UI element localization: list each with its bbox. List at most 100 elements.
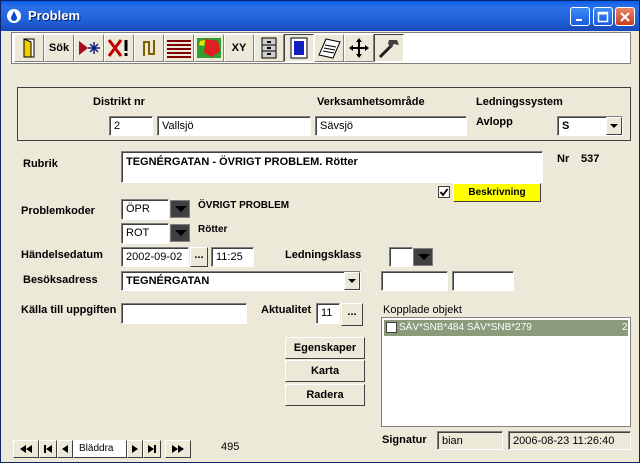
ledningsklass-dropdown-icon[interactable] — [413, 248, 433, 266]
map-tool[interactable] — [194, 34, 224, 62]
pipe-tool[interactable] — [134, 34, 164, 62]
verksamhet-field[interactable]: Sävsjö — [315, 116, 467, 136]
kalla-label: Källa till uppgiften — [21, 304, 117, 316]
move-tool[interactable] — [344, 34, 374, 62]
last-record-icon — [148, 445, 156, 453]
problem-window: Problem Sök XY Distrikt nr 2 Vallsjö Ver… — [0, 0, 640, 463]
aktualitet-field[interactable]: 11 — [316, 303, 340, 324]
window-title: Problem — [28, 8, 81, 23]
list-item-count: 2 — [622, 322, 628, 333]
toolbar: Sök XY — [11, 32, 631, 64]
beskrivning-button[interactable]: Beskrivning — [453, 183, 541, 202]
problemkod1-desc: ÖVRIGT PROBLEM — [198, 200, 290, 211]
water-drop-icon — [7, 9, 21, 23]
list-icon — [167, 40, 191, 58]
egenskaper-button[interactable]: Egenskaper — [285, 337, 365, 359]
arrow-star-icon — [79, 41, 100, 55]
map-icon — [197, 38, 221, 58]
handelse-date-field[interactable]: 2002-09-02 — [121, 247, 189, 267]
ledningsklass-label: Ledningsklass — [285, 249, 362, 261]
minimize-icon — [576, 19, 582, 21]
pipe-icon — [143, 40, 155, 56]
nav-last-button[interactable] — [143, 440, 161, 458]
besok-field[interactable]: TEGNÉRGATAN — [121, 271, 361, 291]
xy-tool[interactable]: XY — [224, 34, 254, 62]
signatur-label: Signatur — [382, 434, 427, 446]
nav-label: Bläddra — [73, 440, 127, 458]
extra-field-2[interactable] — [452, 271, 514, 291]
maximize-icon — [597, 11, 609, 23]
list-item[interactable]: SÄV*SNB*484 SÄV*SNB*279 2 — [384, 320, 628, 336]
ledningssystem-label: Ledningssystem — [476, 96, 563, 108]
record-count: 495 — [221, 441, 240, 453]
title-bar: Problem — [1, 1, 639, 31]
list-item-checkbox[interactable] — [386, 322, 397, 333]
distrikt-name-field[interactable]: Vallsjö — [157, 116, 311, 136]
fast-forward-icon — [172, 445, 184, 453]
problemkod1-field[interactable]: ÖPR — [121, 199, 169, 220]
problemkod2-desc: Rötter — [198, 224, 228, 235]
besok-label: Besöksadress — [23, 274, 98, 286]
maximize-button[interactable] — [593, 7, 613, 26]
besok-dropdown-icon[interactable] — [344, 272, 360, 290]
distrikt-label: Distrikt nr — [93, 96, 145, 108]
list-item-text: SÄV*SNB*484 SÄV*SNB*279 — [399, 322, 532, 333]
nr-label: Nr — [557, 153, 570, 165]
hammer-icon — [378, 40, 399, 59]
aktualitet-button[interactable]: ... — [341, 303, 363, 326]
exit-tool[interactable] — [14, 34, 44, 62]
record-tool[interactable] — [284, 34, 314, 62]
kalla-field[interactable] — [121, 303, 247, 324]
kopplade-list[interactable]: SÄV*SNB*484 SÄV*SNB*279 2 — [381, 317, 631, 427]
document-tool[interactable] — [314, 34, 344, 62]
delete-tool[interactable] — [104, 34, 134, 62]
radera-button[interactable]: Radera — [285, 384, 365, 406]
search-tool[interactable]: Sök — [44, 34, 74, 62]
distrikt-nr-field[interactable]: 2 — [109, 116, 153, 136]
problemkod2-field[interactable]: ROT — [121, 223, 169, 244]
nav-first-button[interactable] — [39, 440, 57, 458]
nav-prev-button[interactable] — [57, 440, 73, 458]
nav-rewind-button[interactable] — [13, 440, 39, 458]
record-icon — [290, 37, 308, 59]
move-arrows-icon — [349, 38, 369, 58]
xy-label: XY — [231, 42, 247, 54]
problemkod2-dropdown-icon[interactable] — [170, 224, 190, 242]
signatur-field: bian — [437, 431, 503, 450]
prev-record-icon — [62, 445, 68, 453]
extra-field-1[interactable] — [381, 271, 448, 291]
rewind-icon — [20, 445, 32, 453]
document-icon — [318, 38, 341, 59]
nr-value: 537 — [581, 153, 600, 165]
rubrik-label: Rubrik — [23, 158, 58, 170]
file-cabinet-icon — [261, 37, 277, 59]
rubrik-field[interactable]: TEGNÉRGATAN - ÖVRIGT PROBLEM. Rötter — [121, 151, 543, 183]
minimize-button[interactable] — [570, 7, 590, 26]
handelse-label: Händelsedatum — [21, 249, 103, 261]
list-tool[interactable] — [164, 34, 194, 62]
cabinet-tool[interactable] — [254, 34, 284, 62]
close-button[interactable] — [615, 7, 635, 26]
karta-button[interactable]: Karta — [285, 360, 365, 382]
verksamhet-label: Verksamhetsområde — [317, 96, 425, 108]
kopplade-label: Kopplade objekt — [383, 304, 462, 316]
search-next-tool[interactable] — [74, 34, 104, 62]
nav-forward-button[interactable] — [165, 440, 191, 458]
problemkod1-dropdown-icon[interactable] — [170, 200, 190, 218]
first-record-icon — [44, 445, 52, 453]
tools-tool[interactable] — [374, 34, 404, 62]
delete-x-icon — [107, 39, 128, 57]
close-icon — [620, 12, 630, 22]
handelse-time-field[interactable]: 11:25 — [211, 247, 254, 267]
aktualitet-label: Aktualitet — [261, 304, 312, 316]
problemkoder-label: Problemkoder — [21, 205, 95, 217]
next-record-icon — [132, 445, 138, 453]
ledningssystem-dropdown-icon[interactable] — [606, 117, 622, 135]
ledningsklass-field[interactable] — [389, 247, 413, 267]
door-exit-icon — [23, 38, 35, 58]
date-picker-button[interactable]: ... — [190, 247, 208, 267]
timestamp-field: 2006-08-23 11:26:40 — [508, 431, 631, 450]
ledningssystem-type-label: Avlopp — [476, 116, 513, 128]
nav-next-button[interactable] — [127, 440, 143, 458]
beskrivning-checkbox[interactable] — [438, 186, 450, 198]
